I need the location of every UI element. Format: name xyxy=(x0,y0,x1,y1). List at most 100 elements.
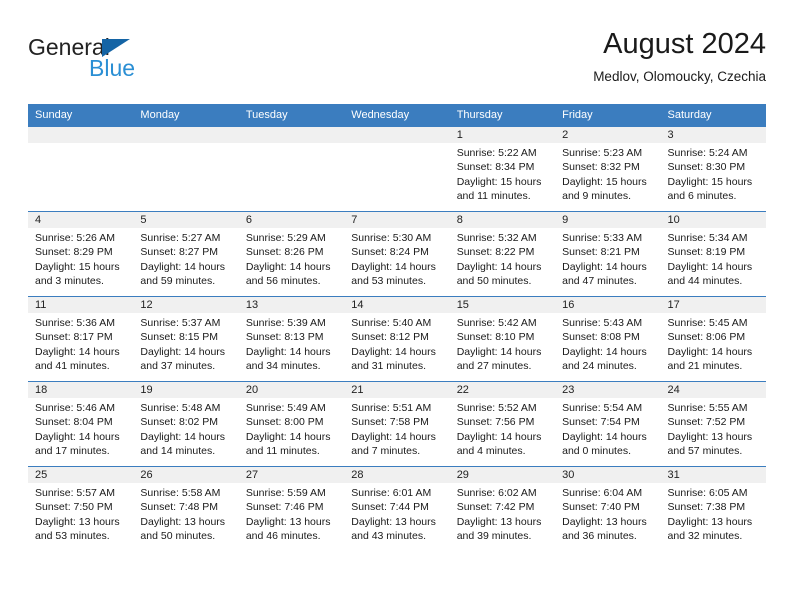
calendar-day-cell[interactable]: 6 Sunrise: 5:29 AM Sunset: 8:26 PM Daylight… xyxy=(238,211,345,297)
day-number: 31 xyxy=(660,467,766,483)
calendar-day-cell[interactable]: 30 Sunrise: 6:04 AM Sunset: 7:40 PM Dayligh… xyxy=(555,466,661,551)
day-cell: 11 Sunrise: 5:36 AM Sunset: 8:17 PM Dayligh… xyxy=(28,297,134,381)
calendar-day-cell[interactable]: 28 Sunrise: 6:01 AM Sunset: 7:44 PM Dayligh… xyxy=(344,466,450,551)
sunrise-text: Sunrise: 5:49 AM xyxy=(245,402,326,414)
sunrise-text: Sunrise: 5:23 AM xyxy=(562,147,643,159)
calendar-day-cell[interactable]: 29 Sunrise: 6:02 AM Sunset: 7:42 PM Dayligh… xyxy=(449,466,556,551)
calendar-day-cell[interactable]: 14 Sunrise: 5:40 AM Sunset: 8:12 PM Dayligh… xyxy=(344,296,450,382)
daylight-text: Daylight: 14 hours and 53 minutes. xyxy=(351,260,436,287)
calendar-day-cell[interactable]: 18 Sunrise: 5:46 AM Sunset: 8:04 PM Dayligh… xyxy=(28,381,134,467)
logo-text-blue: Blue xyxy=(89,55,136,81)
sunset-text: Sunset: 7:58 PM xyxy=(351,416,429,429)
sunrise-text: Sunrise: 5:43 AM xyxy=(562,317,643,329)
day-number: 4 xyxy=(28,212,134,228)
day-sun-info: Sunrise: 5:27 AM Sunset: 8:27 PM Daylight:… xyxy=(133,228,238,288)
sunrise-text: Sunrise: 5:52 AM xyxy=(456,402,537,414)
day-cell: 25 Sunrise: 5:57 AM Sunset: 7:50 PM Dayligh… xyxy=(28,467,134,551)
day-sun-info: Sunrise: 5:55 AM Sunset: 7:52 PM Daylight:… xyxy=(661,398,766,458)
sunset-text: Sunset: 8:15 PM xyxy=(140,331,219,344)
calendar-day-cell[interactable]: 2 Sunrise: 5:23 AM Sunset: 8:32 PM Daylight… xyxy=(555,126,661,212)
day-sun-info: Sunrise: 5:40 AM Sunset: 8:12 PM Daylight:… xyxy=(344,313,449,373)
sunrise-text: Sunrise: 6:05 AM xyxy=(667,487,748,499)
sunrise-text: Sunrise: 5:54 AM xyxy=(562,402,643,414)
calendar-day-cell[interactable] xyxy=(344,126,450,212)
day-cell: 5 Sunrise: 5:27 AM Sunset: 8:27 PM Daylight… xyxy=(133,212,239,296)
calendar-day-cell[interactable]: 7 Sunrise: 5:30 AM Sunset: 8:24 PM Daylight… xyxy=(344,211,450,297)
calendar-day-cell[interactable]: 5 Sunrise: 5:27 AM Sunset: 8:27 PM Daylight… xyxy=(133,211,239,297)
sunset-text: Sunset: 8:17 PM xyxy=(35,331,113,344)
day-sun-info: Sunrise: 5:33 AM Sunset: 8:21 PM Daylight:… xyxy=(555,228,660,288)
day-number: 19 xyxy=(133,382,239,398)
sunrise-text: Sunrise: 5:36 AM xyxy=(35,317,115,329)
calendar-day-cell[interactable]: 27 Sunrise: 5:59 AM Sunset: 7:46 PM Dayligh… xyxy=(238,466,345,551)
weekday-header-tuesday: Tuesday xyxy=(238,104,345,127)
calendar-day-cell[interactable]: 19 Sunrise: 5:48 AM Sunset: 8:02 PM Dayligh… xyxy=(133,381,239,467)
daylight-text: Daylight: 14 hours and 50 minutes. xyxy=(456,260,542,287)
calendar-day-cell[interactable] xyxy=(238,126,345,212)
sunset-text: Sunset: 8:30 PM xyxy=(667,161,746,174)
sunrise-text: Sunrise: 5:48 AM xyxy=(140,402,221,414)
calendar-day-cell[interactable]: 12 Sunrise: 5:37 AM Sunset: 8:15 PM Dayligh… xyxy=(133,296,239,382)
sunset-text: Sunset: 8:02 PM xyxy=(140,416,219,429)
sunrise-text: Sunrise: 6:04 AM xyxy=(562,487,643,499)
sunset-text: Sunset: 8:27 PM xyxy=(140,246,219,259)
day-sun-info: Sunrise: 5:26 AM Sunset: 8:29 PM Daylight:… xyxy=(28,228,133,288)
calendar-day-cell[interactable]: 23 Sunrise: 5:54 AM Sunset: 7:54 PM Dayligh… xyxy=(555,381,661,467)
daylight-text: Daylight: 14 hours and 37 minutes. xyxy=(140,345,226,372)
calendar-day-cell[interactable]: 13 Sunrise: 5:39 AM Sunset: 8:13 PM Dayligh… xyxy=(238,296,345,382)
calendar-day-cell[interactable]: 17 Sunrise: 5:45 AM Sunset: 8:06 PM Dayligh… xyxy=(660,296,766,382)
calendar-day-cell[interactable]: 16 Sunrise: 5:43 AM Sunset: 8:08 PM Dayligh… xyxy=(555,296,661,382)
calendar-day-cell[interactable] xyxy=(133,126,239,212)
day-sun-info: Sunrise: 5:37 AM Sunset: 8:15 PM Daylight:… xyxy=(133,313,238,373)
calendar-day-cell[interactable]: 4 Sunrise: 5:26 AM Sunset: 8:29 PM Daylight… xyxy=(28,211,134,297)
calendar-day-cell[interactable]: 3 Sunrise: 5:24 AM Sunset: 8:30 PM Daylight… xyxy=(660,126,766,212)
sunrise-text: Sunrise: 6:02 AM xyxy=(456,487,537,499)
weekday-header-row: Sunday Monday Tuesday Wednesday Thursday… xyxy=(28,104,766,127)
sunrise-text: Sunrise: 5:34 AM xyxy=(667,232,748,244)
calendar-day-cell[interactable]: 8 Sunrise: 5:32 AM Sunset: 8:22 PM Daylight… xyxy=(449,211,556,297)
day-cell: 9 Sunrise: 5:33 AM Sunset: 8:21 PM Daylight… xyxy=(555,212,661,296)
calendar-day-cell[interactable]: 10 Sunrise: 5:34 AM Sunset: 8:19 PM Dayligh… xyxy=(660,211,766,297)
day-number: 27 xyxy=(238,467,345,483)
day-number: 18 xyxy=(28,382,134,398)
day-number: 20 xyxy=(238,382,345,398)
sunset-text: Sunset: 7:46 PM xyxy=(245,501,324,514)
sunset-text: Sunset: 7:52 PM xyxy=(667,416,746,429)
calendar-week-row: 18 Sunrise: 5:46 AM Sunset: 8:04 PM Dayligh… xyxy=(28,381,766,467)
general-blue-logo[interactable]: General Blue xyxy=(28,34,228,90)
day-sun-info: Sunrise: 5:30 AM Sunset: 8:24 PM Daylight:… xyxy=(344,228,449,288)
calendar-day-cell[interactable]: 21 Sunrise: 5:51 AM Sunset: 7:58 PM Dayligh… xyxy=(344,381,450,467)
calendar-day-cell[interactable]: 11 Sunrise: 5:36 AM Sunset: 8:17 PM Dayligh… xyxy=(28,296,134,382)
day-number: 16 xyxy=(555,297,661,313)
calendar-day-cell[interactable] xyxy=(28,126,134,212)
day-number: 28 xyxy=(344,467,450,483)
day-number: 30 xyxy=(555,467,661,483)
sunrise-text: Sunrise: 5:29 AM xyxy=(245,232,326,244)
sunset-text: Sunset: 8:12 PM xyxy=(351,331,429,344)
day-cell: 22 Sunrise: 5:52 AM Sunset: 7:56 PM Dayligh… xyxy=(449,382,556,466)
calendar-day-cell[interactable]: 22 Sunrise: 5:52 AM Sunset: 7:56 PM Dayligh… xyxy=(449,381,556,467)
calendar-day-cell[interactable]: 25 Sunrise: 5:57 AM Sunset: 7:50 PM Dayligh… xyxy=(28,466,134,551)
calendar-day-cell[interactable]: 31 Sunrise: 6:05 AM Sunset: 7:38 PM Dayligh… xyxy=(660,466,766,551)
weekday-header-saturday: Saturday xyxy=(660,104,766,127)
calendar-week-row: 4 Sunrise: 5:26 AM Sunset: 8:29 PM Daylight… xyxy=(28,211,766,297)
daylight-text: Daylight: 14 hours and 11 minutes. xyxy=(245,430,331,457)
day-cell-empty xyxy=(28,127,134,211)
daylight-text: Daylight: 14 hours and 47 minutes. xyxy=(562,260,647,287)
day-number: 12 xyxy=(133,297,239,313)
sunset-text: Sunset: 8:32 PM xyxy=(562,161,640,174)
day-sun-info: Sunrise: 5:45 AM Sunset: 8:06 PM Daylight:… xyxy=(661,313,766,373)
calendar-day-cell[interactable]: 24 Sunrise: 5:55 AM Sunset: 7:52 PM Dayligh… xyxy=(660,381,766,467)
day-sun-info: Sunrise: 5:29 AM Sunset: 8:26 PM Daylight:… xyxy=(239,228,344,288)
calendar-day-cell[interactable]: 15 Sunrise: 5:42 AM Sunset: 8:10 PM Dayligh… xyxy=(449,296,556,382)
calendar-day-cell[interactable]: 1 Sunrise: 5:22 AM Sunset: 8:34 PM Daylight… xyxy=(449,126,556,212)
day-cell: 15 Sunrise: 5:42 AM Sunset: 8:10 PM Dayligh… xyxy=(449,297,556,381)
sunset-text: Sunset: 8:22 PM xyxy=(456,246,535,259)
calendar-day-cell[interactable]: 20 Sunrise: 5:49 AM Sunset: 8:00 PM Dayligh… xyxy=(238,381,345,467)
sunset-text: Sunset: 8:19 PM xyxy=(667,246,746,259)
daylight-text: Daylight: 15 hours and 9 minutes. xyxy=(562,175,647,202)
sunset-text: Sunset: 7:50 PM xyxy=(35,501,113,514)
calendar-day-cell[interactable]: 9 Sunrise: 5:33 AM Sunset: 8:21 PM Daylight… xyxy=(555,211,661,297)
sunrise-text: Sunrise: 5:39 AM xyxy=(245,317,326,329)
calendar-day-cell[interactable]: 26 Sunrise: 5:58 AM Sunset: 7:48 PM Dayligh… xyxy=(133,466,239,551)
